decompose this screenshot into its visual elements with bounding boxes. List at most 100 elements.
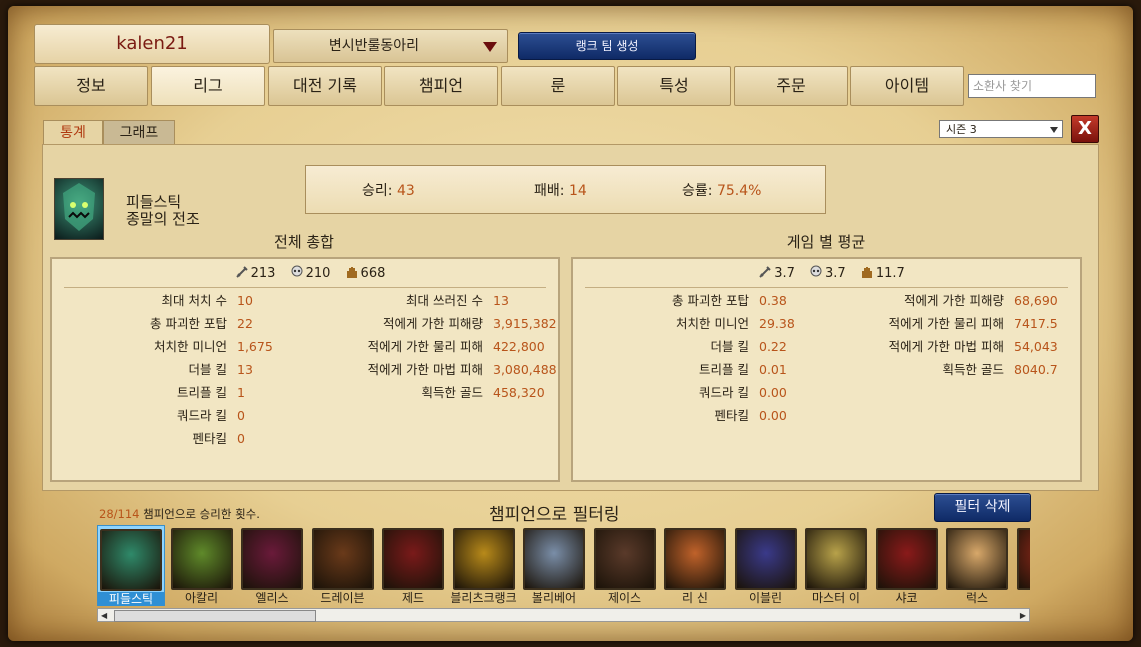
champion-filter-item[interactable]: 마스터 이 [802,525,870,606]
champion-icon [170,528,233,590]
champion-filter-name: 샤코 [895,591,918,605]
subtab-graph[interactable]: 그래프 [103,120,175,146]
champion-icon [734,528,797,590]
champion-filter-item[interactable]: 볼리베어 [520,525,588,606]
dropdown-arrow-icon [483,42,497,52]
champion-filter-item[interactable]: 럭스 [943,525,1011,606]
tab-masteries[interactable]: 특성 [617,66,731,106]
skull-icon [291,265,303,277]
subtab-stats[interactable]: 통계 [43,120,103,146]
stat-label: 최대 쓰러진 수 [406,293,483,308]
stat-row: 적에게 가한 피해량 68,690 [573,291,1080,311]
champion-filter-name: 제드 [401,591,425,605]
stat-value: 0 [237,408,245,423]
champion-filter-strip: 피들스틱 아칼리 엘리스 드레이븐 제드 블리츠크랭크 볼리베어 제이스 리 신 이블린 마스터 이… [97,523,1030,606]
scrollbar-thumb[interactable] [114,610,316,622]
divider [64,287,546,288]
champion-icon [241,528,303,590]
sword-icon [759,266,771,278]
stat-value: 0.00 [759,385,787,400]
champion-filter-name: 리 신 [682,591,708,605]
stat-value: 3,915,382 [493,316,557,331]
champion-filter-item[interactable]: 블리츠크랭크 [450,525,518,606]
stat-label: 적에게 가한 물리 피해 [888,316,1004,331]
tab-items[interactable]: 아이템 [850,66,964,106]
champion-title: 종말의 전조 [126,210,200,228]
champion-filter-item[interactable]: 제드 [379,525,447,606]
kda-average-summary: 3.7 3.7 11.7 [573,265,1080,281]
champion-filter-item[interactable]: 판 [1014,525,1030,606]
summoner-search-input[interactable]: 소환사 찾기 [968,74,1096,98]
stat-value: 13 [493,293,509,308]
champion-filter-item[interactable]: 아칼리 [168,525,236,606]
totals-title: 전체 총합 [274,233,334,251]
champion-icon [1016,528,1030,590]
wins-value: 43 [396,183,415,199]
scroll-left-icon[interactable]: ◀ [101,611,107,620]
champion-filter-name: 제이스 [607,591,642,605]
stat-label: 적에게 가한 마법 피해 [888,339,1004,354]
losses-label: 패배: [534,183,565,199]
champion-filter-item[interactable]: 엘리스 [238,525,306,606]
champion-filter-item[interactable]: 드레이븐 [309,525,377,606]
stat-value: 0 [237,431,245,446]
champion-filter-item[interactable]: 이블린 [732,525,800,606]
stat-row: 획득한 골드 8040.7 [573,360,1080,380]
tab-info[interactable]: 정보 [34,66,148,106]
close-button[interactable]: X [1071,115,1099,143]
stat-value: 68,690 [1014,293,1058,308]
champion-filter-item[interactable]: 리 신 [661,525,729,606]
tab-spells[interactable]: 주문 [734,66,848,106]
averages-box: 3.7 3.7 11.7 총 파괴한 포탑 0.38 처치한 미니언 29.38 더블 … [571,257,1082,482]
stat-row: 적에게 가한 마법 피해 54,043 [573,337,1080,357]
champion-wins-note: 28/114 챔피언으로 승리한 횟수. [99,506,260,522]
stat-value: 0.00 [759,408,787,423]
wins-count: 28/114 [99,507,140,521]
wins-stat: 승리: 43 [362,180,415,200]
club-dropdown[interactable]: 변시반룰동아리 [273,29,508,63]
stat-row: 획득한 골드 458,320 [52,383,558,403]
champion-filter-name: 이블린 [748,591,783,605]
stat-row: 최대 쓰러진 수 13 [52,291,558,311]
champion-icon [100,529,162,591]
clear-filter-button[interactable]: 필터 삭제 [934,493,1031,522]
champion-filter-item[interactable]: 피들스틱 [97,525,165,606]
fiddlesticks-face-icon [63,183,95,231]
stat-label: 쿼드라 킬 [177,408,227,423]
winrate-label: 승률: [682,183,713,199]
stat-value: 54,043 [1014,339,1058,354]
stat-row: 적에게 가한 물리 피해 422,800 [52,337,558,357]
champion-filter-item[interactable]: 샤코 [873,525,941,606]
season-value: 시즌 3 [946,123,977,136]
champion-filter-item[interactable]: 제이스 [591,525,659,606]
champion-filter-name: 아칼리 [184,591,219,605]
tab-champions[interactable]: 챔피언 [384,66,498,106]
wins-label: 승리: [362,183,393,199]
scroll-right-icon[interactable]: ▶ [1020,611,1026,620]
stat-label: 적에게 가한 피해량 [904,293,1004,308]
champion-icon [311,528,374,590]
season-select[interactable]: 시즌 3 [939,120,1063,138]
kda-summary: 213 210 668 [52,265,558,281]
champion-icon [523,528,585,590]
wins-note-text: 챔피언으로 승리한 횟수. [143,507,260,521]
horizontal-scrollbar[interactable]: ◀ ▶ [97,608,1030,622]
champion-filter-name: 피들스틱 [98,592,164,606]
stat-value: 8040.7 [1014,362,1058,377]
assists-value: 668 [360,266,386,281]
hand-icon [861,267,872,278]
tab-match-history[interactable]: 대전 기록 [268,66,382,106]
stat-row: 적에게 가한 물리 피해 7417.5 [573,314,1080,334]
stat-row: 쿼드라 킬 0.00 [573,383,1080,403]
tab-league[interactable]: 리그 [151,66,265,106]
create-rank-team-button[interactable]: 랭크 팀 생성 [518,32,696,60]
tab-runes[interactable]: 룬 [501,66,615,106]
stat-label: 획득한 골드 [421,385,483,400]
losses-value: 14 [568,183,587,199]
champion-filter-name: 드레이븐 [320,591,365,605]
stat-value: 422,800 [493,339,545,354]
champion-icon [452,528,515,590]
win-loss-summary: 승리: 43 패배: 14 승률: 75.4% [305,165,826,214]
avg-deaths-value: 3.7 [825,266,846,281]
kills-value: 213 [250,266,276,281]
